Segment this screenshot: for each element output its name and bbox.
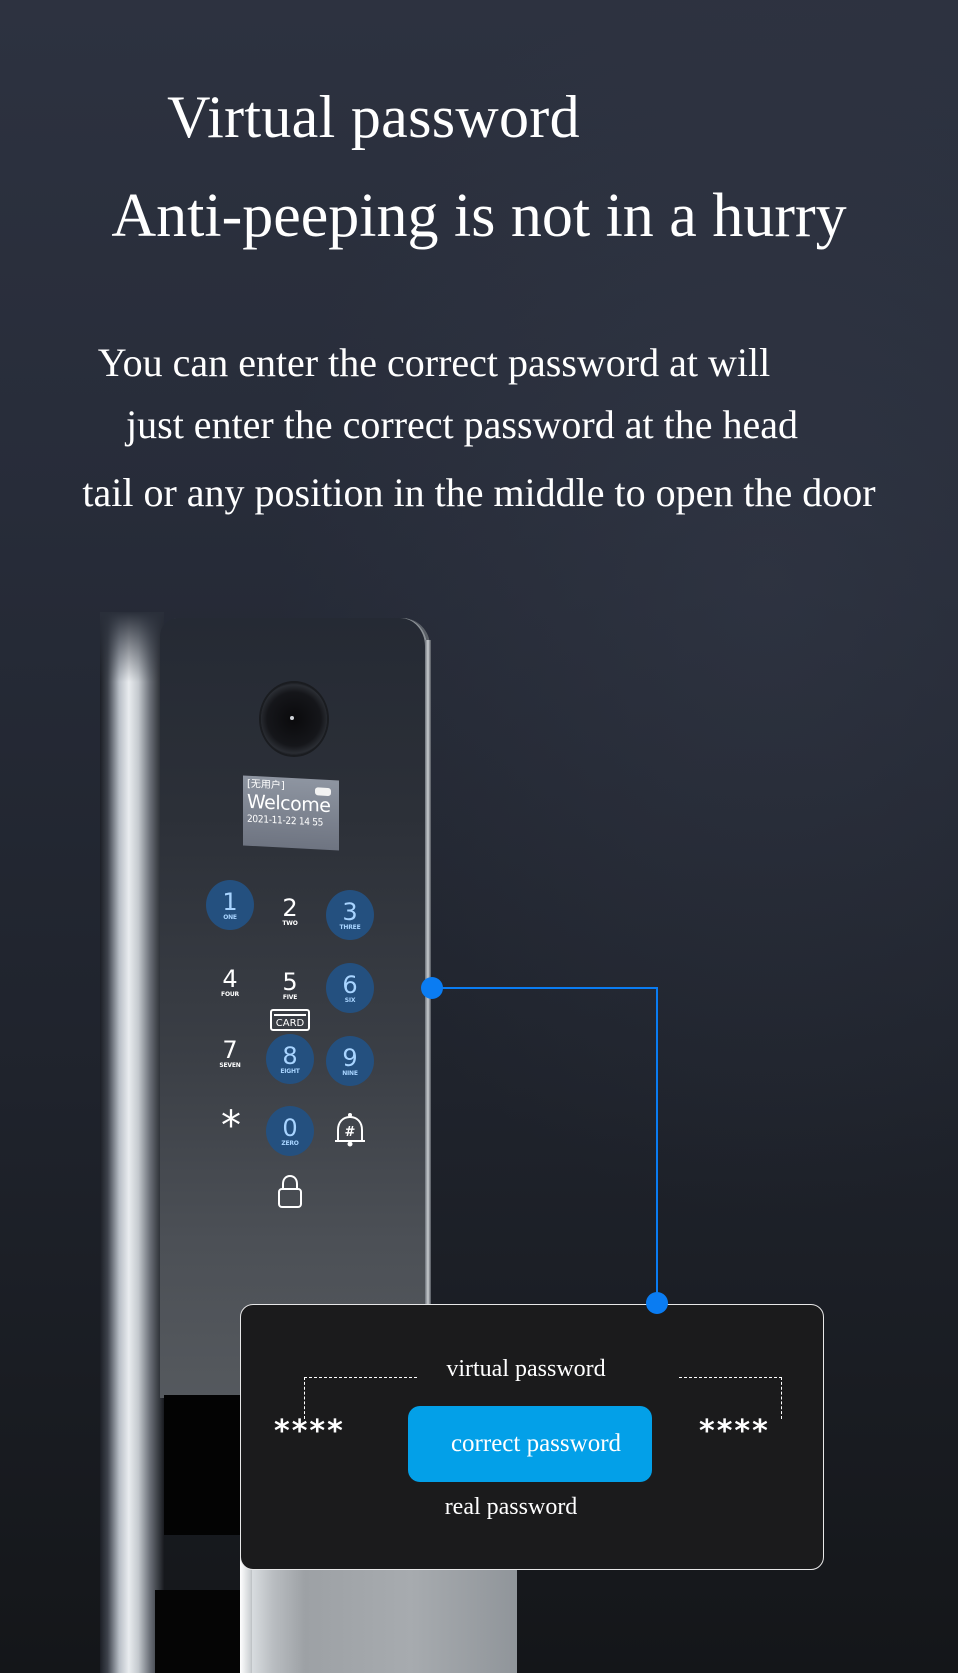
key-word: ZERO (281, 1139, 299, 1147)
connector-line-horizontal (432, 987, 658, 989)
key-word: TWO (282, 919, 298, 927)
card-reader-icon[interactable]: CARD (270, 1009, 310, 1031)
key-5[interactable]: 5 FIVE (266, 960, 314, 1010)
key-digit: 9 (342, 1043, 358, 1072)
key-digit: 3 (342, 897, 358, 926)
dashed-bracket-right (679, 1377, 782, 1378)
battery-icon (315, 787, 331, 797)
key-word: THREE (339, 923, 361, 931)
dashed-bracket-left (304, 1377, 417, 1378)
virtual-password-callout: virtual password **** correct password *… (240, 1304, 824, 1570)
lock-outer-rail (100, 612, 164, 1673)
key-word: NINE (342, 1069, 358, 1077)
key-digit: 2 (282, 893, 298, 922)
key-4[interactable]: 4 FOUR (206, 957, 254, 1007)
lock-plate-edge (425, 640, 431, 1400)
key-6[interactable]: 6 SIX (326, 963, 374, 1013)
key-3[interactable]: 3 THREE (326, 890, 374, 940)
key-digit: 4 (222, 964, 238, 993)
key-digit: 7 (222, 1035, 238, 1064)
doorbell-hash-icon[interactable]: # (333, 1112, 367, 1148)
camera-lens-icon (261, 683, 327, 755)
description-line-3: tail or any position in the middle to op… (82, 470, 876, 515)
page-subtitle: Anti-peeping is not in a hurry (111, 182, 847, 250)
lock-rail-shadow (100, 612, 164, 682)
key-0[interactable]: 0 ZERO (266, 1106, 314, 1156)
lock-display: [无用户] Welcome 2021-11-22 14 55 (243, 775, 339, 851)
dashed-bracket-right-drop (781, 1377, 782, 1419)
description-line-1: You can enter the correct password at wi… (97, 340, 771, 385)
key-word: EIGHT (280, 1067, 300, 1075)
real-password-label: real password (444, 1494, 578, 1520)
key-word: FOUR (221, 990, 239, 998)
correct-password-button[interactable]: correct password (408, 1406, 652, 1482)
key-1[interactable]: 1 ONE (206, 880, 254, 930)
connector-end-dot (646, 1292, 668, 1314)
virtual-password-label: virtual password (446, 1356, 606, 1382)
key-9[interactable]: 9 NINE (326, 1036, 374, 1086)
key-star[interactable]: * (214, 1106, 248, 1146)
key-digit: 5 (282, 967, 298, 996)
padlock-icon[interactable] (276, 1174, 304, 1210)
key-digit: 1 (222, 887, 238, 916)
masked-digits-right: **** (699, 1414, 770, 1449)
connector-start-dot (421, 977, 443, 999)
key-word: FIVE (282, 993, 298, 1001)
key-digit: 0 (282, 1113, 298, 1142)
key-digit: 6 (342, 970, 358, 999)
bell-hash-label: # (345, 1125, 356, 1140)
key-7[interactable]: 7 SEVEN (206, 1028, 254, 1078)
lock-handle[interactable] (252, 1555, 517, 1673)
description-line-2: just enter the correct password at the h… (126, 402, 798, 447)
dashed-bracket-left-drop (304, 1377, 305, 1419)
key-word: SEVEN (219, 1061, 241, 1069)
key-word: ONE (223, 913, 237, 921)
masked-digits-left: **** (274, 1414, 345, 1449)
key-digit: 8 (282, 1041, 298, 1070)
page-title: Virtual password (167, 84, 580, 150)
key-word: SIX (344, 996, 356, 1004)
camera-indicator (290, 716, 294, 720)
key-8[interactable]: 8 EIGHT (266, 1034, 314, 1084)
connector-line-vertical (656, 987, 658, 1303)
key-2[interactable]: 2 TWO (266, 886, 314, 936)
